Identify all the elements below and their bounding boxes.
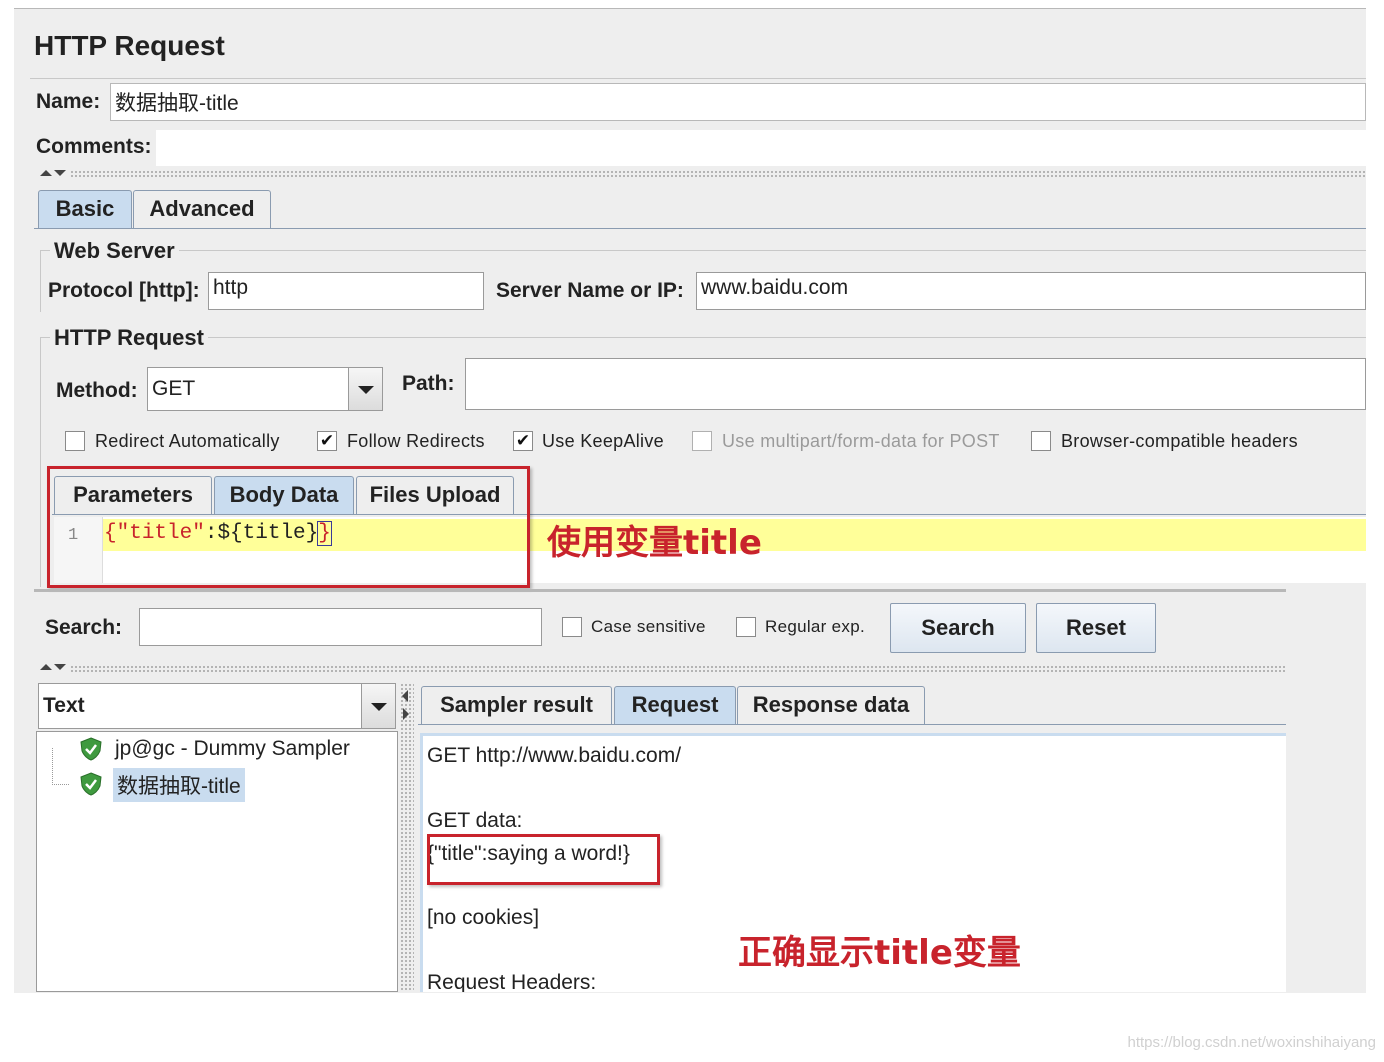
regular-exp-checkbox[interactable] xyxy=(736,617,756,637)
use-keepalive-label: Use KeepAlive xyxy=(542,431,664,451)
comments-field[interactable] xyxy=(156,130,1366,166)
server-name-label: Server Name or IP: xyxy=(496,279,684,302)
web-server-border-left xyxy=(40,250,41,312)
use-keepalive-checkbox[interactable]: ✔ xyxy=(513,431,533,451)
path-field[interactable] xyxy=(465,358,1366,410)
method-select[interactable]: GET xyxy=(147,367,383,411)
renderer-select[interactable]: Text xyxy=(38,683,396,729)
browser-compatible-checkbox[interactable] xyxy=(1031,431,1051,451)
success-shield-icon xyxy=(80,772,102,796)
divider xyxy=(30,78,1366,79)
method-label: Method: xyxy=(56,379,138,402)
splitter-top[interactable] xyxy=(70,170,1366,178)
path-label: Path: xyxy=(402,372,455,395)
browser-compatible-label: Browser-compatible headers xyxy=(1061,431,1298,451)
http-request-legend: HTTP Request xyxy=(50,325,208,351)
renderer-value: Text xyxy=(43,694,85,717)
comments-label: Comments: xyxy=(36,135,152,158)
collapse-up-icon[interactable] xyxy=(40,170,52,176)
tab-sampler-result[interactable]: Sampler result xyxy=(421,686,612,724)
protocol-label: Protocol [http]: xyxy=(48,279,200,302)
follow-redirects-label: Follow Redirects xyxy=(347,431,485,451)
server-name-field[interactable]: www.baidu.com xyxy=(696,272,1366,310)
request-line-url: GET http://www.baidu.com/ xyxy=(427,744,682,767)
follow-redirects-checkbox[interactable]: ✔ xyxy=(317,431,337,451)
request-line-cookies: [no cookies] xyxy=(427,906,540,929)
collapse-down-icon-2[interactable] xyxy=(54,664,66,670)
method-value: GET xyxy=(152,377,196,400)
request-line-headers: Request Headers: xyxy=(427,971,597,992)
use-multipart-checkbox[interactable] xyxy=(692,431,712,451)
http-request-border-left xyxy=(40,337,41,587)
search-input[interactable] xyxy=(139,608,542,646)
annotation-box-body xyxy=(47,466,530,588)
annotation-top: 使用变量title xyxy=(547,523,762,563)
protocol-field[interactable]: http xyxy=(208,272,484,310)
chevron-down-icon[interactable] xyxy=(348,368,382,410)
result-tab-strip-line xyxy=(418,724,1286,725)
tree-item-dummy-sampler[interactable]: jp@gc - Dummy Sampler xyxy=(115,737,350,761)
tree-item-selected[interactable]: 数据抽取-title xyxy=(113,768,245,802)
splitter-bottom[interactable] xyxy=(70,665,1286,673)
case-sensitive-checkbox[interactable] xyxy=(562,617,582,637)
search-label: Search: xyxy=(45,616,123,639)
name-label: Name: xyxy=(36,90,101,113)
watermark: https://blog.csdn.net/woxinshihaiyang xyxy=(1127,1034,1377,1051)
search-button[interactable]: Search xyxy=(890,603,1026,653)
collapse-up-icon-2[interactable] xyxy=(40,664,52,670)
tab-request[interactable]: Request xyxy=(614,686,736,724)
vertical-splitter[interactable] xyxy=(400,683,414,992)
collapse-down-icon[interactable] xyxy=(54,170,66,176)
tab-advanced[interactable]: Advanced xyxy=(133,190,271,228)
tab-strip-line xyxy=(34,228,1366,229)
http-request-border xyxy=(40,337,1366,338)
success-shield-icon xyxy=(80,737,102,761)
section-divider xyxy=(34,589,1286,592)
annotation-bottom: 正确显示title变量 xyxy=(738,933,1021,973)
renderer-chevron-down-icon[interactable] xyxy=(361,684,395,728)
redirect-automatically-label: Redirect Automatically xyxy=(95,431,280,451)
tree-connector xyxy=(52,748,69,785)
case-sensitive-label: Case sensitive xyxy=(591,617,706,636)
reset-button[interactable]: Reset xyxy=(1036,603,1156,653)
regular-exp-label: Regular exp. xyxy=(765,617,865,636)
name-field[interactable]: 数据抽取-title xyxy=(110,83,1366,121)
annotation-box-payload xyxy=(427,834,660,885)
page-title: HTTP Request xyxy=(34,30,225,61)
tab-basic[interactable]: Basic xyxy=(38,190,132,228)
use-multipart-label: Use multipart/form-data for POST xyxy=(722,431,1000,451)
collapse-right-icon[interactable] xyxy=(403,708,409,720)
tab-response-data[interactable]: Response data xyxy=(737,686,925,724)
request-line-get-data: GET data: xyxy=(427,809,523,832)
web-server-border xyxy=(40,250,1366,251)
collapse-left-icon[interactable] xyxy=(402,690,408,702)
redirect-automatically-checkbox[interactable] xyxy=(65,431,85,451)
web-server-legend: Web Server xyxy=(50,238,179,264)
